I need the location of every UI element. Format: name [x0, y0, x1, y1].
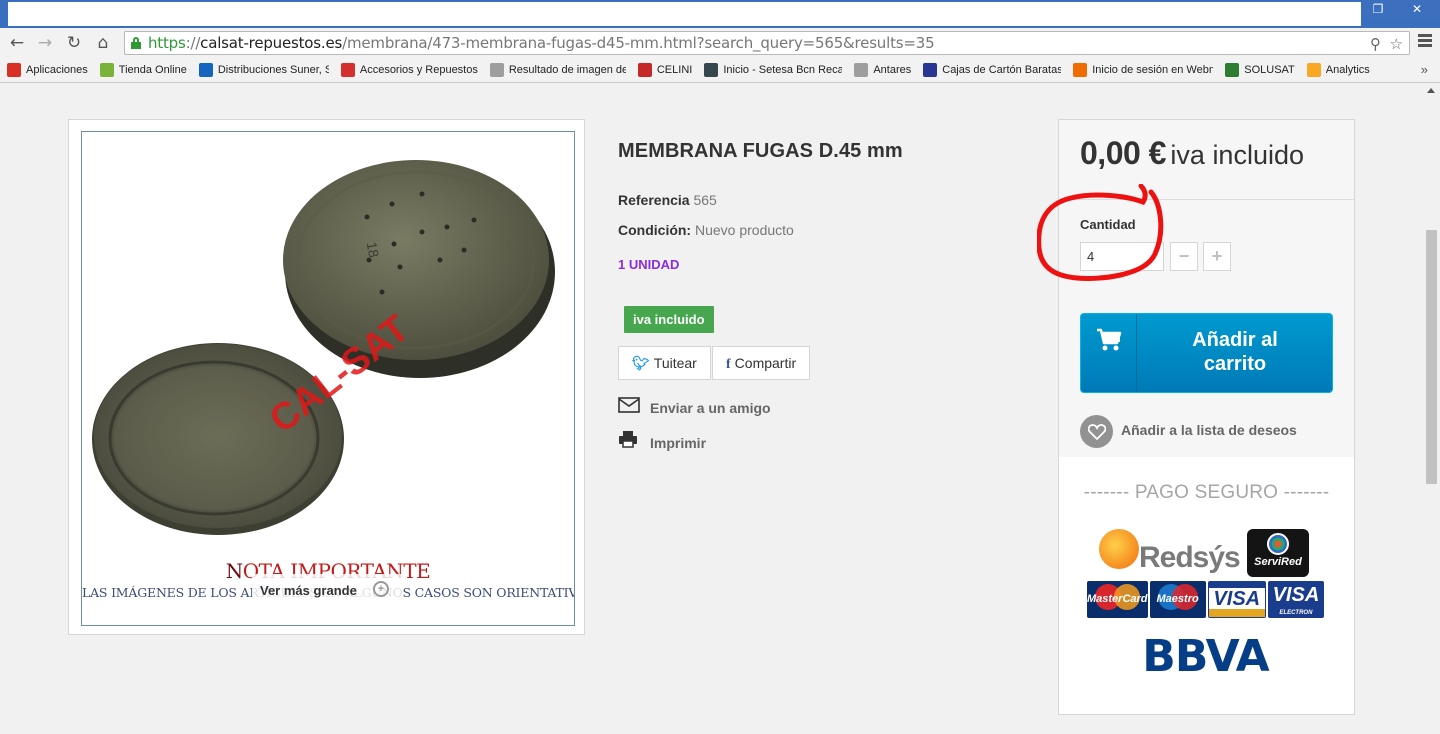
- print-link[interactable]: Imprimir: [618, 430, 706, 451]
- view-larger-button[interactable]: Ver más grande +: [252, 574, 402, 612]
- browser-menu-icon[interactable]: [1418, 34, 1432, 48]
- printer-icon: [618, 430, 640, 451]
- bookmark-antares[interactable]: Antares: [854, 63, 911, 77]
- secure-payment-heading: ------- PAGO SEGURO -------: [1083, 482, 1330, 503]
- back-arrow-icon[interactable]: ←: [6, 32, 28, 54]
- price: 0,00 € iva incluido: [1080, 135, 1304, 171]
- more-bookmarks-chevron-icon[interactable]: »: [1421, 62, 1428, 77]
- bookmark-aplicaciones[interactable]: Aplicaciones: [7, 63, 88, 77]
- bookmark-webmail[interactable]: Inicio de sesión en Webmail: [1073, 63, 1213, 77]
- page-content: 18 CAL-SAT NOTA IMPORTANTE LAS IMÁGENES …: [0, 84, 1440, 734]
- window-controls: ❐ ✕: [1362, 0, 1440, 20]
- bbva-logo: BBVA: [1142, 631, 1269, 682]
- scrollbar-thumb[interactable]: [1426, 230, 1437, 484]
- bookmark-setesa[interactable]: Inicio - Setesa Bcn Recambios: [704, 63, 842, 77]
- tab-strip: [8, 2, 1361, 26]
- bookmark-resultado-imagen[interactable]: Resultado de imagen de: [489, 63, 626, 77]
- visa-logo: VISA: [1207, 581, 1266, 618]
- send-to-friend-link[interactable]: Enviar a un amigo: [618, 397, 771, 416]
- secure-lock-icon: [131, 37, 141, 49]
- bookmark-solusat[interactable]: SOLUSAT: [1225, 63, 1295, 77]
- analytics-bars-icon: [1306, 63, 1321, 77]
- mastercard-logo: MasterCard: [1087, 581, 1148, 618]
- membrane-photo: 18 CAL-SAT: [92, 160, 555, 535]
- bookmark-celini[interactable]: CELINI: [637, 63, 692, 77]
- bookmark-favicon-icon: [923, 63, 938, 77]
- browser-toolbar: ← → ↻ ⌂ https://calsat-repuestos.es/memb…: [0, 28, 1440, 58]
- bookmark-favicon-icon: [198, 63, 213, 77]
- bookmark-distribuciones-suner[interactable]: Distribuciones Suner, S.L: [198, 63, 329, 77]
- card-logos: MasterCard Maestro VISA VISA ELECTRON: [1087, 581, 1324, 618]
- bookmark-analytics[interactable]: Analytics: [1306, 63, 1370, 77]
- page-icon: [489, 63, 504, 77]
- unit-label: 1 UNIDAD: [618, 257, 680, 272]
- payment-logos: Redsýs ServiRed MasterCard Maestro VISA …: [1087, 529, 1324, 709]
- restore-window-icon[interactable]: ❐: [1362, 0, 1394, 19]
- home-icon[interactable]: ⌂: [92, 32, 114, 54]
- page-scrollbar[interactable]: [1423, 84, 1440, 734]
- servired-logo: ServiRed: [1247, 529, 1309, 577]
- visa-electron-logo: VISA ELECTRON: [1267, 581, 1324, 618]
- add-to-cart-button[interactable]: Añadir al carrito: [1080, 313, 1333, 393]
- address-bar[interactable]: https://calsat-repuestos.es/membrana/473…: [124, 31, 1410, 55]
- bookmark-favicon-icon: [340, 63, 355, 77]
- product-reference: Referencia 565: [618, 192, 717, 208]
- tweet-button[interactable]: 🐦︎ Tuitear: [618, 346, 711, 380]
- maestro-logo: Maestro: [1149, 581, 1206, 618]
- bookmark-accesorios[interactable]: Accesorios y Repuestos: [340, 63, 478, 77]
- add-to-wishlist-link[interactable]: Añadir a la lista de deseos: [1080, 415, 1297, 448]
- twitter-bird-icon: 🐦︎: [632, 355, 650, 371]
- shopping-cart-icon: [1081, 314, 1137, 392]
- bookmarks-bar: Aplicaciones Tienda Online Distribucione…: [0, 58, 1440, 83]
- facebook-icon: f: [726, 357, 731, 372]
- red-annotation-circle: [1037, 184, 1164, 281]
- facebook-share-button[interactable]: f Compartir: [712, 346, 811, 380]
- bookmark-favicon-icon: [99, 63, 114, 77]
- forward-arrow-icon[interactable]: →: [34, 32, 56, 54]
- bookmark-star-icon[interactable]: ☆: [1390, 33, 1403, 55]
- apps-grid-icon: [7, 63, 21, 77]
- reload-icon[interactable]: ↻: [63, 32, 85, 54]
- zoom-magnifier-icon[interactable]: ⚲: [1370, 33, 1381, 55]
- quantity-increase-button[interactable]: +: [1203, 242, 1231, 271]
- bookmark-favicon-icon: [704, 63, 719, 77]
- bookmark-tienda-online[interactable]: Tienda Online: [99, 63, 187, 77]
- membrane-emboss: 18: [364, 241, 382, 259]
- add-to-cart-label: Añadir al carrito: [1192, 329, 1278, 375]
- close-window-icon[interactable]: ✕: [1394, 0, 1440, 19]
- bookmark-favicon-icon: [1225, 63, 1240, 77]
- heart-icon: [1080, 415, 1113, 448]
- product-condition: Condición: Nuevo producto: [618, 222, 794, 238]
- url-text: https://calsat-repuestos.es/membrana/473…: [148, 34, 935, 52]
- bookmark-favicon-icon: [1073, 63, 1088, 77]
- window-titlebar: ❐ ✕: [0, 0, 1440, 28]
- buy-box: 0,00 € iva incluido Cantidad − + Añadir …: [1037, 119, 1355, 715]
- product-image[interactable]: 18 CAL-SAT NOTA IMPORTANTE LAS IMÁGENES …: [81, 131, 575, 626]
- iva-badge: iva incluido: [624, 306, 714, 333]
- scroll-up-arrow-icon[interactable]: [1427, 88, 1435, 93]
- bookmark-favicon-icon: [637, 63, 652, 77]
- product-title: MEMBRANA FUGAS D.45 mm: [618, 140, 903, 162]
- envelope-icon: [618, 397, 640, 416]
- page-icon: [854, 63, 869, 77]
- view-larger-label: Ver más grande: [260, 583, 357, 598]
- bookmark-cajas-carton[interactable]: Cajas de Cartón Baratas: [923, 63, 1061, 77]
- zoom-in-icon: +: [373, 581, 389, 597]
- product-image-frame: 18 CAL-SAT NOTA IMPORTANTE LAS IMÁGENES …: [68, 119, 585, 635]
